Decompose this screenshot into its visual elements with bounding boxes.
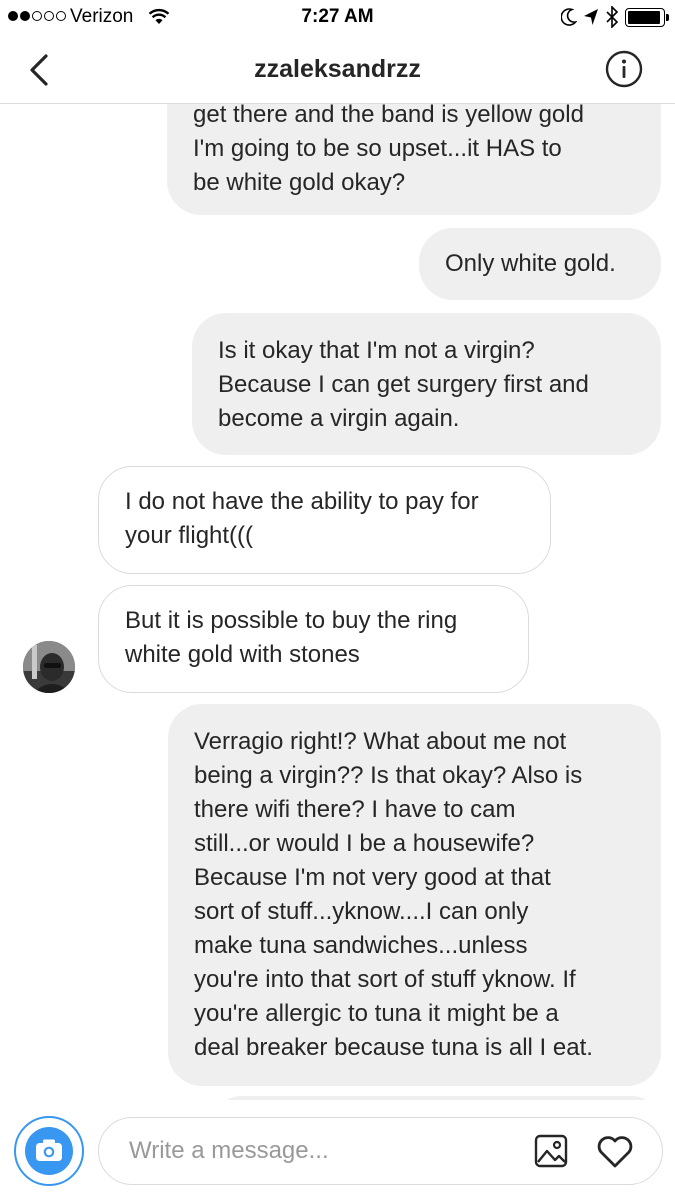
message-incoming[interactable]: But it is possible to buy the ring white… bbox=[98, 585, 529, 693]
message-line: Because I'm not very good at that bbox=[194, 864, 551, 891]
battery-icon bbox=[625, 7, 669, 27]
message-line: make tuna sandwiches...unless bbox=[194, 932, 528, 959]
moon-icon bbox=[561, 8, 577, 26]
message-thread[interactable]: get there and the band is yellow gold I'… bbox=[0, 104, 675, 1100]
bluetooth-icon bbox=[606, 6, 619, 28]
message-input-container[interactable] bbox=[98, 1117, 663, 1185]
message-outgoing[interactable]: Is it okay that I'm not a virgin? Becaus… bbox=[192, 313, 661, 455]
message-line: sort of stuff...yknow....I can only bbox=[194, 898, 529, 925]
message-line: you're allergic to tuna it might be a bbox=[194, 1000, 559, 1027]
message-outgoing[interactable]: Only white gold. bbox=[419, 228, 661, 300]
message-input[interactable] bbox=[129, 1132, 509, 1170]
profile-photo bbox=[23, 641, 75, 693]
message-outgoing[interactable]: get there and the band is yellow gold I'… bbox=[167, 104, 661, 215]
message-line: Is it okay that I'm not a virgin? bbox=[218, 337, 535, 364]
message-line: But it is possible to buy the ring bbox=[125, 607, 458, 634]
message-line: white gold with stones bbox=[125, 641, 360, 668]
info-circle-icon[interactable] bbox=[605, 50, 643, 88]
message-incoming[interactable]: I do not have the ability to pay for you… bbox=[98, 466, 551, 574]
message-line: Verragio right!? What about me not bbox=[194, 728, 567, 755]
image-gallery-icon[interactable] bbox=[533, 1133, 569, 1169]
message-outgoing[interactable]: Verragio right!? What about me not being… bbox=[168, 704, 661, 1086]
message-composer bbox=[0, 1100, 675, 1200]
message-line: Because I can get surgery first and bbox=[218, 371, 589, 398]
camera-icon-bg bbox=[25, 1127, 73, 1175]
message-line: being a virgin?? Is that okay? Also is bbox=[194, 762, 583, 789]
avatar[interactable] bbox=[23, 641, 75, 693]
heart-icon[interactable] bbox=[595, 1132, 635, 1170]
message-line: I'm going to be so upset...it HAS to bbox=[193, 135, 562, 162]
conversation-title[interactable]: zzaleksandrzz bbox=[0, 55, 675, 84]
message-line: get there and the band is yellow gold bbox=[193, 104, 584, 128]
message-line: you're into that sort of stuff yknow. If bbox=[194, 966, 576, 993]
camera-icon bbox=[36, 1139, 62, 1161]
location-arrow-icon bbox=[584, 9, 598, 25]
message-line: be white gold okay? bbox=[193, 169, 406, 196]
message-line: deal breaker because tuna is all I eat. bbox=[194, 1034, 593, 1061]
message-line: still...or would I be a housewife? bbox=[194, 830, 535, 857]
message-line: Only white gold. bbox=[445, 250, 616, 277]
thread-header: zzaleksandrzz bbox=[0, 36, 675, 104]
message-line: your flight((( bbox=[125, 522, 254, 549]
camera-button[interactable] bbox=[14, 1116, 84, 1186]
message-line: I do not have the ability to pay for bbox=[125, 488, 479, 515]
message-line: become a virgin again. bbox=[218, 405, 460, 432]
message-line: there wifi there? I have to cam bbox=[194, 796, 516, 823]
status-bar: Verizon 7:27 AM bbox=[0, 0, 675, 36]
